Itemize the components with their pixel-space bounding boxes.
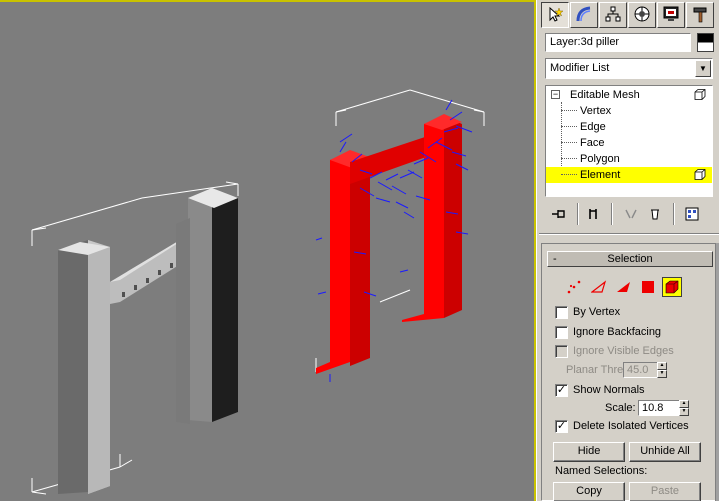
scale-label: Scale:	[605, 402, 636, 414]
toolbar-separator	[577, 203, 579, 225]
modifier-list-dropdown[interactable]: Modifier List ▼	[545, 58, 713, 79]
stack-item-polygon[interactable]: Polygon	[546, 151, 712, 167]
hammer-icon	[691, 5, 709, 26]
scale-field[interactable]: 10.8	[638, 400, 680, 416]
stack-item-edge[interactable]: Edge	[546, 119, 712, 135]
modifier-stack-toolbar	[545, 203, 713, 225]
selection-rollout-header[interactable]: - Selection	[547, 251, 713, 267]
command-panel: Layer:3d piller Modifier List ▼ − Editab…	[536, 0, 719, 501]
scale-spinner[interactable]: ▲ ▼	[679, 400, 689, 416]
pointer-star-icon	[546, 5, 564, 26]
chevron-down-icon[interactable]: ▼	[695, 60, 711, 77]
monitor-icon	[662, 5, 680, 26]
named-selections-label: Named Selections:	[555, 465, 648, 477]
stack-item-editable-mesh[interactable]: − Editable Mesh	[546, 87, 712, 103]
remove-modifier-icon[interactable]	[645, 205, 665, 223]
mesh-cube-icon	[694, 89, 706, 100]
paste-button[interactable]: Paste	[629, 482, 701, 501]
toolbar-separator	[673, 203, 675, 225]
motion-wheel-icon	[633, 5, 651, 26]
modifier-stack[interactable]: − Editable Mesh Vertex Edge Face Polygon…	[545, 85, 713, 197]
face-triangle-icon	[617, 282, 630, 292]
element-mode-button[interactable]	[662, 277, 682, 297]
create-tab[interactable]	[541, 2, 569, 28]
stack-item-element[interactable]: Element	[546, 167, 712, 183]
show-normals-label: Show Normals	[573, 384, 645, 396]
bend-arc-icon	[575, 5, 593, 26]
hierarchy-tab[interactable]	[599, 2, 627, 28]
panel-divider	[539, 233, 719, 235]
red-pillar-model	[316, 114, 462, 374]
by-vertex-label: By Vertex	[573, 306, 621, 318]
edge-mode-button[interactable]	[591, 279, 607, 295]
hide-button[interactable]: Hide	[553, 442, 625, 462]
ignore-backfacing-checkbox[interactable]	[555, 326, 568, 339]
modify-tab[interactable]	[570, 2, 598, 28]
polygon-square-icon	[642, 281, 654, 293]
delete-isolated-vertices-checkbox[interactable]: ✓	[555, 420, 568, 433]
viewport-scene	[31, 89, 485, 495]
stack-tree-branch	[561, 174, 577, 175]
panel-scrollbar[interactable]	[715, 243, 719, 501]
ignore-visible-edges-checkbox[interactable]	[555, 345, 568, 358]
face-mode-button[interactable]	[616, 279, 632, 295]
copy-button[interactable]: Copy	[553, 482, 625, 501]
toolbar-separator	[611, 203, 613, 225]
command-panel-tabs	[541, 2, 717, 28]
make-unique-icon[interactable]	[621, 205, 641, 223]
display-tab[interactable]	[657, 2, 685, 28]
ignore-visible-edges-label: Ignore Visible Edges	[573, 345, 674, 357]
show-normals-checkbox[interactable]: ✓	[555, 384, 568, 397]
element-cube-icon	[665, 280, 679, 294]
hierarchy-icon	[604, 5, 622, 26]
by-vertex-checkbox[interactable]	[555, 306, 568, 319]
vertex-dots-icon	[567, 280, 581, 294]
pin-stack-icon[interactable]	[549, 205, 569, 223]
stack-item-face[interactable]: Face	[546, 135, 712, 151]
modifier-list-label: Modifier List	[550, 62, 610, 74]
edge-triangle-icon	[591, 280, 607, 293]
motion-tab[interactable]	[628, 2, 656, 28]
object-name-field[interactable]: Layer:3d piller	[545, 33, 691, 52]
collapse-icon[interactable]: −	[551, 90, 560, 99]
configure-modifier-sets-icon[interactable]	[683, 205, 703, 223]
gray-pillar-model	[58, 188, 238, 494]
polygon-mode-button[interactable]	[640, 279, 656, 295]
planar-thresh-field[interactable]: 45.0	[623, 362, 659, 378]
vertex-mode-button[interactable]	[566, 279, 582, 295]
unhide-all-button[interactable]: Unhide All	[629, 442, 701, 462]
perspective-viewport[interactable]	[0, 0, 536, 501]
object-color-swatch[interactable]	[697, 33, 714, 52]
stack-item-vertex[interactable]: Vertex	[546, 103, 712, 119]
collapse-toggle: -	[553, 253, 557, 265]
rollout-title: Selection	[607, 253, 653, 265]
show-end-result-icon[interactable]	[583, 205, 603, 223]
planar-thresh-spinner[interactable]: ▲ ▼	[657, 362, 667, 378]
utilities-tab[interactable]	[686, 2, 714, 28]
ignore-backfacing-label: Ignore Backfacing	[573, 326, 662, 338]
delete-isolated-vertices-label: Delete Isolated Vertices	[573, 420, 689, 432]
mesh-cube-icon	[694, 169, 706, 180]
